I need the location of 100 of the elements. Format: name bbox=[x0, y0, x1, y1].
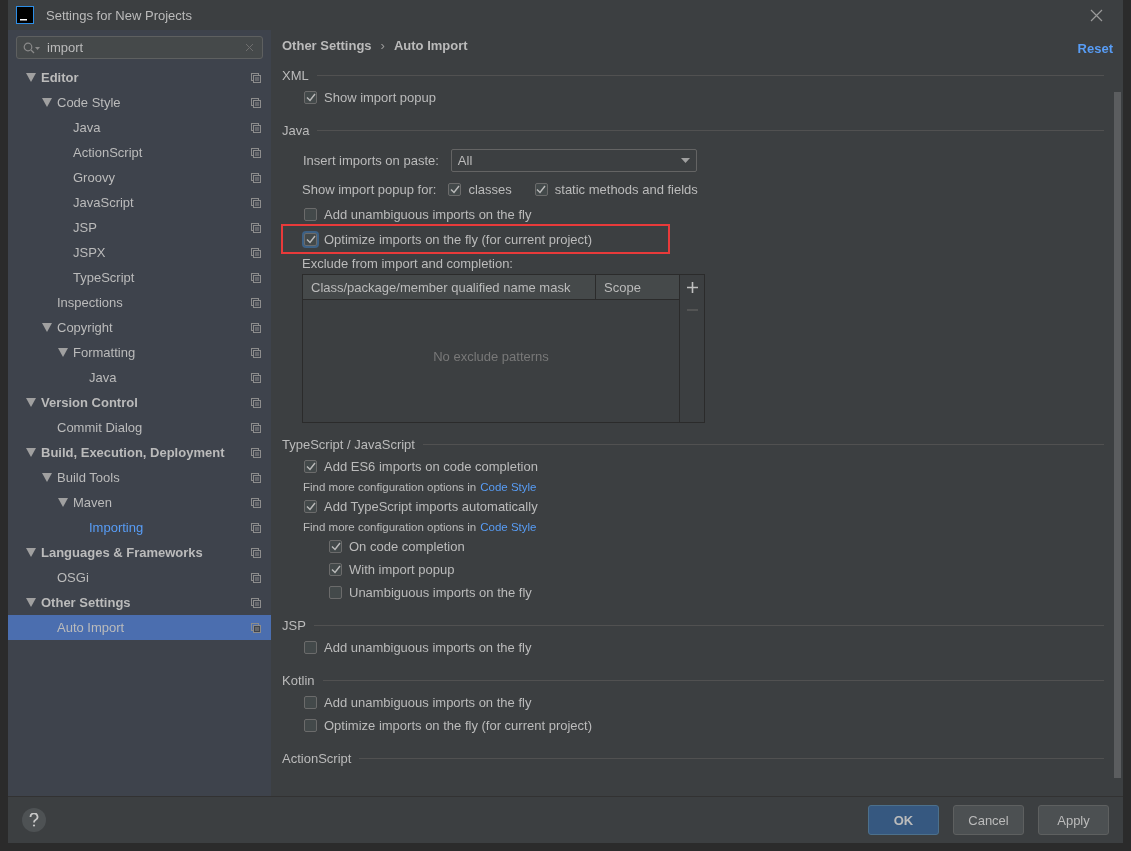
reset-link[interactable]: Reset bbox=[1077, 40, 1113, 56]
tree-item[interactable]: JSPX bbox=[8, 240, 271, 265]
section-title: Java bbox=[282, 122, 310, 138]
scrollbar[interactable] bbox=[1114, 92, 1121, 778]
checkbox-label[interactable]: Add unambiguous imports on the fly bbox=[324, 695, 532, 710]
tree-item[interactable]: JavaScript bbox=[8, 190, 271, 215]
tree-item[interactable]: Groovy bbox=[8, 165, 271, 190]
copy-icon bbox=[251, 622, 261, 633]
tree-item[interactable]: OSGi bbox=[8, 565, 271, 590]
checkbox[interactable] bbox=[304, 91, 317, 104]
copy-icon bbox=[251, 147, 261, 158]
tree-item[interactable]: Other Settings bbox=[8, 590, 271, 615]
copy-icon bbox=[251, 197, 261, 208]
tree-item[interactable]: Java bbox=[8, 365, 271, 390]
column-header[interactable]: Class/package/member qualified name mask bbox=[303, 275, 596, 299]
checkbox-label[interactable]: With import popup bbox=[349, 562, 455, 577]
column-header[interactable]: Scope bbox=[596, 275, 641, 299]
expand-arrow-icon[interactable] bbox=[26, 448, 36, 457]
copy-icon bbox=[251, 247, 261, 258]
copy-icon bbox=[251, 547, 261, 558]
copy-icon bbox=[251, 372, 261, 383]
search-field[interactable]: import bbox=[16, 36, 263, 59]
expand-arrow-icon[interactable] bbox=[26, 548, 36, 557]
tree-item[interactable]: Commit Dialog bbox=[8, 415, 271, 440]
window-title: Settings for New Projects bbox=[46, 7, 193, 23]
copy-icon bbox=[251, 422, 261, 433]
tree-item[interactable]: Importing bbox=[8, 515, 271, 540]
expand-arrow-icon[interactable] bbox=[58, 348, 68, 357]
copy-icon bbox=[251, 172, 261, 183]
help-button[interactable] bbox=[22, 808, 46, 832]
checkbox-label[interactable]: Add unambiguous imports on the fly bbox=[324, 640, 532, 655]
checkbox-label[interactable]: Show import popup bbox=[324, 90, 436, 105]
dialog-button[interactable]: Apply bbox=[1038, 805, 1109, 835]
tree-item[interactable]: Copyright bbox=[8, 315, 271, 340]
help-icon bbox=[29, 813, 39, 827]
expand-arrow-icon[interactable] bbox=[42, 98, 52, 107]
search-icon bbox=[23, 41, 41, 54]
tree-item[interactable]: Languages & Frameworks bbox=[8, 540, 271, 565]
add-icon[interactable] bbox=[686, 282, 698, 293]
tree-item[interactable]: TypeScript bbox=[8, 265, 271, 290]
dialog-button[interactable]: Cancel bbox=[953, 805, 1024, 835]
copy-icon bbox=[251, 222, 261, 233]
tree-item[interactable]: Maven bbox=[8, 490, 271, 515]
close-icon[interactable] bbox=[1090, 8, 1103, 22]
code-style-link[interactable]: Code Style bbox=[480, 520, 537, 533]
checkbox[interactable] bbox=[304, 208, 317, 221]
checkbox-label[interactable]: Add ES6 imports on code completion bbox=[324, 459, 538, 474]
dropdown[interactable]: All bbox=[450, 148, 697, 172]
app-logo-icon bbox=[16, 6, 34, 24]
checkbox[interactable] bbox=[304, 232, 317, 246]
tree-item[interactable]: Code Style bbox=[8, 90, 271, 115]
checkbox-label[interactable]: classes bbox=[468, 181, 512, 197]
expand-arrow-icon[interactable] bbox=[26, 598, 36, 607]
breadcrumb: Auto Import bbox=[393, 37, 468, 53]
checkbox[interactable] bbox=[534, 182, 548, 196]
checkbox[interactable] bbox=[304, 500, 317, 513]
checkbox-label[interactable]: On code completion bbox=[349, 539, 465, 554]
field-label: Show import popup for: bbox=[302, 181, 437, 197]
checkbox[interactable] bbox=[304, 641, 317, 654]
section-title: ActionScript bbox=[282, 750, 352, 766]
empty-text: No exclude patterns bbox=[433, 348, 549, 364]
checkbox[interactable] bbox=[329, 586, 342, 599]
tree-item[interactable]: Auto Import bbox=[8, 615, 271, 640]
section-title: Kotlin bbox=[282, 672, 315, 688]
tree-item[interactable]: ActionScript bbox=[8, 140, 271, 165]
code-style-link[interactable]: Code Style bbox=[480, 480, 537, 493]
expand-arrow-icon[interactable] bbox=[26, 398, 36, 407]
copy-icon bbox=[251, 497, 261, 508]
copy-icon bbox=[251, 572, 261, 583]
checkbox[interactable] bbox=[304, 460, 317, 473]
expand-arrow-icon[interactable] bbox=[42, 323, 52, 332]
checkbox-label[interactable]: Unambiguous imports on the fly bbox=[349, 585, 532, 600]
checkbox[interactable] bbox=[329, 540, 342, 553]
dialog-button[interactable]: OK bbox=[868, 805, 939, 835]
tree-item[interactable]: Build Tools bbox=[8, 465, 271, 490]
expand-arrow-icon[interactable] bbox=[42, 473, 52, 482]
copy-icon bbox=[251, 397, 261, 408]
tree-item[interactable]: Java bbox=[8, 115, 271, 140]
tree-item[interactable]: Build, Execution, Deployment bbox=[8, 440, 271, 465]
expand-arrow-icon[interactable] bbox=[26, 73, 36, 82]
copy-icon bbox=[251, 447, 261, 458]
tree-item[interactable]: Formatting bbox=[8, 340, 271, 365]
checkbox-label[interactable]: static methods and fields bbox=[554, 181, 698, 197]
checkbox[interactable] bbox=[448, 182, 462, 196]
checkbox[interactable] bbox=[304, 696, 317, 709]
hint-text: Find more configuration options in bbox=[303, 480, 477, 493]
checkbox-label[interactable]: Optimize imports on the fly (for current project) bbox=[324, 718, 593, 733]
checkbox-label[interactable]: Add unambiguous imports on the fly bbox=[324, 207, 532, 222]
checkbox-label[interactable]: Optimize imports on the fly (for current project) bbox=[324, 231, 593, 247]
tree-item[interactable]: JSP bbox=[8, 215, 271, 240]
checkbox-label[interactable]: Add TypeScript imports automatically bbox=[324, 499, 538, 514]
caret-icon bbox=[680, 157, 690, 163]
tree-item[interactable]: Version Control bbox=[8, 390, 271, 415]
tree-item[interactable]: Editor bbox=[8, 65, 271, 90]
checkbox[interactable] bbox=[329, 563, 342, 576]
section-title: XML bbox=[282, 67, 309, 83]
section-title: JSP bbox=[282, 617, 306, 633]
expand-arrow-icon[interactable] bbox=[58, 498, 68, 507]
checkbox[interactable] bbox=[304, 719, 317, 732]
tree-item[interactable]: Inspections bbox=[8, 290, 271, 315]
